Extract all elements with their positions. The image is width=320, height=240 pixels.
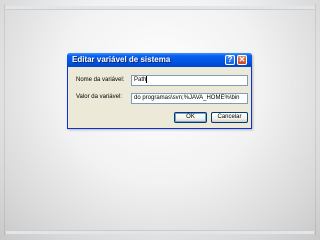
ok-button[interactable]: OK — [174, 112, 207, 123]
variable-value-field[interactable]: do programas\svn;%JAVA_HOME%\bin — [131, 93, 248, 104]
variable-name-field[interactable]: Path — [131, 75, 248, 86]
variable-value-text: do programas\svn;%JAVA_HOME%\bin — [134, 95, 240, 101]
variable-name-value: Path — [134, 77, 147, 84]
help-icon[interactable]: ? — [225, 55, 235, 65]
dialog-title: Editar variável de sistema — [72, 55, 171, 64]
cancel-button[interactable]: Cancelar — [211, 112, 248, 123]
slide-bottom-bar — [6, 230, 314, 234]
dialog-titlebar[interactable]: Editar variável de sistema ? ✕ — [67, 53, 252, 67]
edit-system-variable-dialog: Editar variável de sistema ? ✕ Nome da v… — [67, 53, 252, 129]
variable-value-label: Valor da variável: — [76, 94, 122, 100]
close-icon[interactable]: ✕ — [237, 55, 247, 65]
variable-name-label: Nome da variável: — [76, 77, 125, 83]
slide-top-bar — [6, 6, 314, 10]
text-caret — [146, 76, 148, 83]
